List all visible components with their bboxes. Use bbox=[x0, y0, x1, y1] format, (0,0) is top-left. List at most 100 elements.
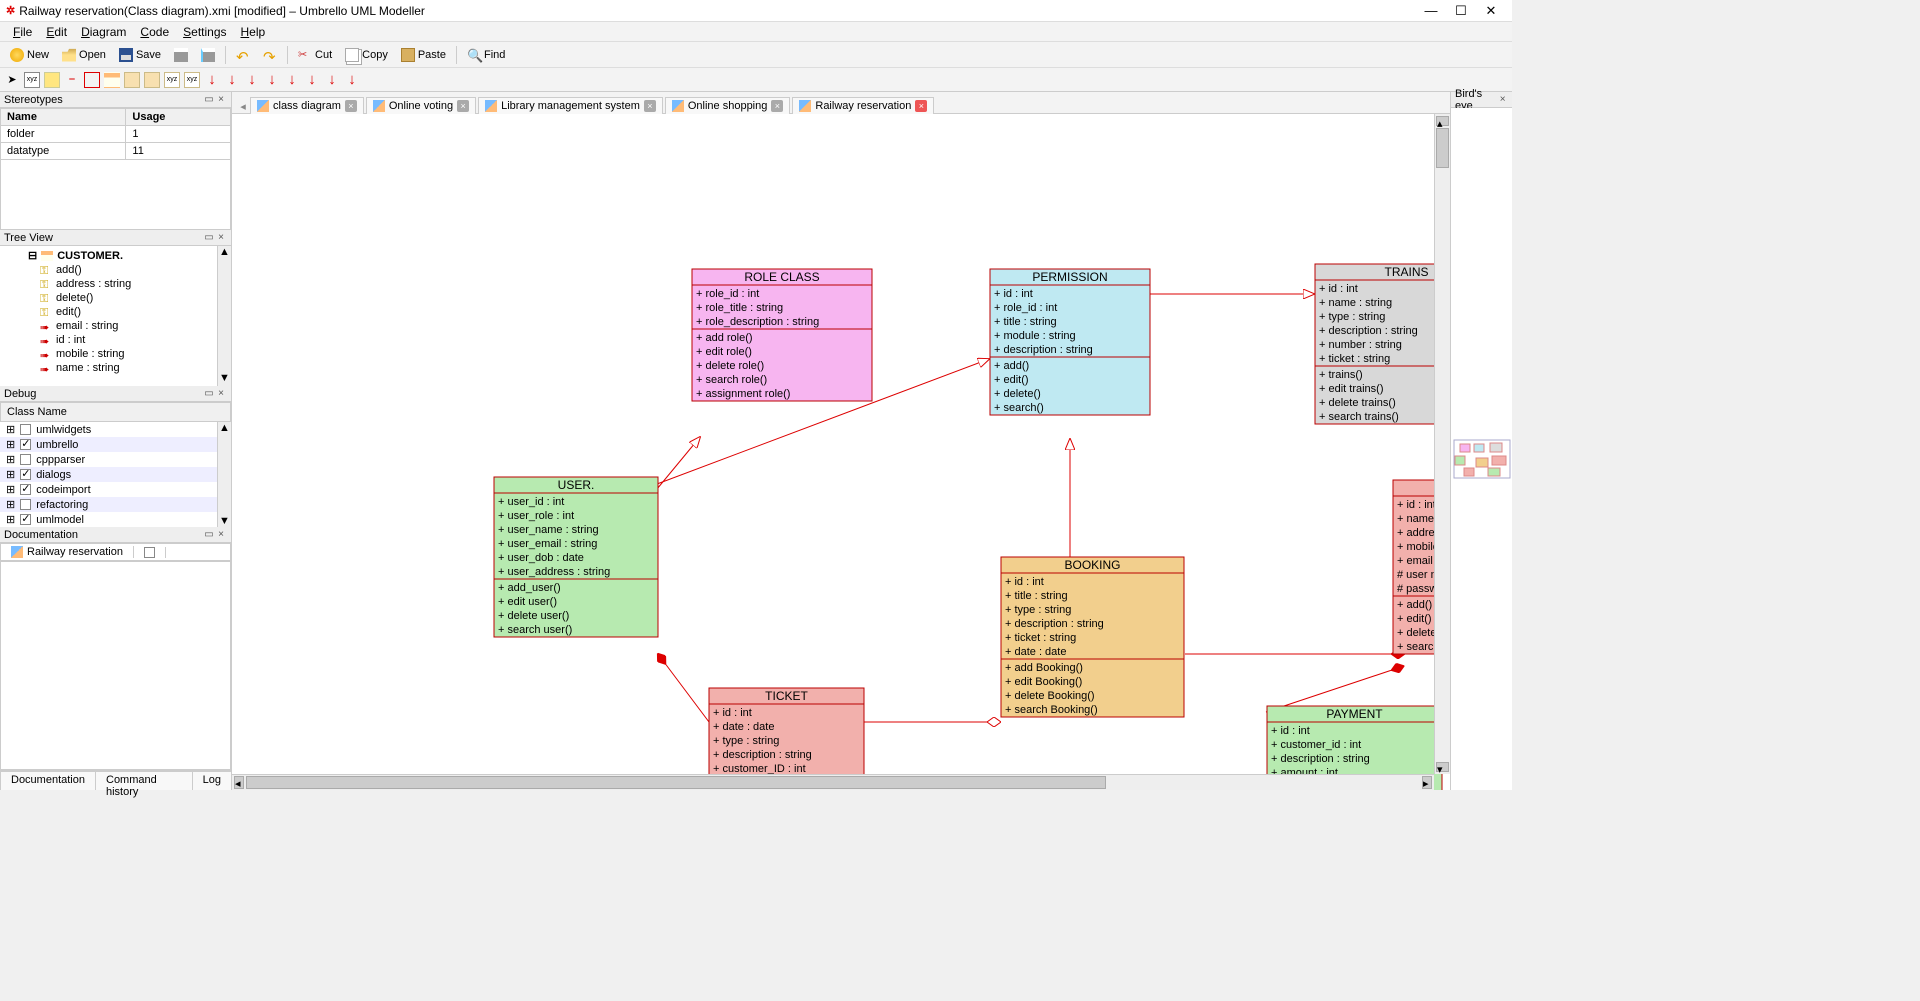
association-tool-icon[interactable]: ↓ bbox=[204, 72, 220, 88]
menu-code[interactable]: Code bbox=[133, 25, 176, 39]
tree-scrollbar[interactable]: ▲▼ bbox=[217, 246, 231, 386]
tree-item[interactable]: ➠name : string bbox=[2, 361, 229, 375]
uml-class-trains[interactable]: TRAINS+ id : int+ name : string+ type : … bbox=[1315, 264, 1450, 424]
debug-checkbox[interactable] bbox=[20, 454, 31, 465]
generalization-tool-icon[interactable]: ↓ bbox=[244, 72, 260, 88]
menu-file[interactable]: File bbox=[6, 25, 39, 39]
close-tab-icon[interactable]: × bbox=[915, 100, 927, 112]
paste-button[interactable]: Paste bbox=[395, 45, 452, 65]
directed-assoc-tool-icon[interactable]: ↓ bbox=[224, 72, 240, 88]
diagram-tab[interactable]: class diagram× bbox=[250, 97, 364, 114]
uml-class-permission[interactable]: PERMISSION+ id : int+ role_id : int+ tit… bbox=[990, 269, 1150, 415]
debug-row[interactable]: ⊞umlmodel bbox=[0, 512, 231, 527]
debug-checkbox[interactable] bbox=[20, 439, 31, 450]
doc-checkbox[interactable] bbox=[144, 547, 155, 558]
tree-item[interactable]: ➠mobile : string bbox=[2, 347, 229, 361]
redo-button[interactable]: ↷ bbox=[257, 45, 283, 65]
undock-icon[interactable]: ▭ bbox=[203, 94, 215, 105]
menu-help[interactable]: Help bbox=[234, 25, 273, 39]
stereotypes-panel-header[interactable]: Stereotypes▭× bbox=[0, 92, 231, 108]
diagram-tab[interactable]: Railway reservation× bbox=[792, 97, 934, 114]
maximize-button[interactable]: ☐ bbox=[1446, 3, 1476, 19]
dependency-tool-icon[interactable]: ↓ bbox=[264, 72, 280, 88]
text-tool-icon[interactable] bbox=[44, 72, 60, 88]
tree-item[interactable]: ⚿delete() bbox=[2, 291, 229, 305]
tree-item[interactable]: ⚿add() bbox=[2, 263, 229, 277]
documentation-text[interactable] bbox=[0, 561, 231, 770]
tree-view[interactable]: ⊟ CUSTOMER. ⚿add()⚿address : string⚿dele… bbox=[0, 246, 231, 386]
canvas-vscroll[interactable]: ▴▾ bbox=[1434, 114, 1450, 774]
uml-class-booking[interactable]: BOOKING+ id : int+ title : string+ type … bbox=[1001, 557, 1184, 717]
tab-scroll-left-icon[interactable]: ◂ bbox=[236, 100, 250, 113]
print-button[interactable] bbox=[168, 45, 194, 65]
open-button[interactable]: Open bbox=[56, 45, 112, 65]
realization-tool-icon[interactable]: ↓ bbox=[344, 72, 360, 88]
debug-row[interactable]: ⊞refactoring bbox=[0, 497, 231, 512]
package-tool-icon[interactable]: xyz bbox=[184, 72, 200, 88]
aggregation-tool-icon[interactable]: ↓ bbox=[284, 72, 300, 88]
table-row[interactable]: datatype11 bbox=[1, 143, 231, 160]
copy-button[interactable]: Copy bbox=[339, 45, 394, 65]
debug-row[interactable]: ⊞umbrello bbox=[0, 437, 231, 452]
svg-text:+ delete Booking(): + delete Booking() bbox=[1005, 690, 1095, 702]
debug-checkbox[interactable] bbox=[20, 424, 31, 435]
uml-class-role-class[interactable]: ROLE CLASS+ role_id : int+ role_title : … bbox=[692, 269, 872, 401]
menu-diagram[interactable]: Diagram bbox=[74, 25, 133, 39]
uml-class-user-[interactable]: USER.+ user_id : int+ user_role : int+ u… bbox=[494, 477, 658, 637]
debug-row[interactable]: ⊞dialogs bbox=[0, 467, 231, 482]
enum-tool-icon[interactable]: xyz bbox=[164, 72, 180, 88]
new-button[interactable]: New bbox=[4, 45, 55, 65]
find-button[interactable]: 🔍Find bbox=[461, 45, 511, 65]
tab-command-history[interactable]: Command history bbox=[95, 771, 193, 790]
debug-panel-header[interactable]: Debug▭× bbox=[0, 386, 231, 402]
tree-item[interactable]: ⚿edit() bbox=[2, 305, 229, 319]
diagram-canvas[interactable]: ROLE CLASS+ role_id : int+ role_title : … bbox=[232, 114, 1450, 790]
close-tab-icon[interactable]: × bbox=[644, 100, 656, 112]
close-tab-icon[interactable]: × bbox=[771, 100, 783, 112]
minimize-button[interactable]: — bbox=[1416, 3, 1446, 18]
debug-row[interactable]: ⊞umlwidgets bbox=[0, 422, 231, 437]
documentation-panel-header[interactable]: Documentation▭× bbox=[0, 527, 231, 543]
debug-checkbox[interactable] bbox=[20, 484, 31, 495]
composition-tool-icon[interactable]: ↓ bbox=[304, 72, 320, 88]
stereotypes-col-usage[interactable]: Usage bbox=[126, 109, 231, 126]
menu-settings[interactable]: Settings bbox=[176, 25, 233, 39]
tab-log[interactable]: Log bbox=[192, 771, 232, 790]
cut-button[interactable]: ✂Cut bbox=[292, 45, 338, 65]
tree-item[interactable]: ⚿address : string bbox=[2, 277, 229, 291]
save-button[interactable]: Save bbox=[113, 45, 167, 65]
stereotypes-col-name[interactable]: Name bbox=[1, 109, 126, 126]
diagram-tab[interactable]: Online voting× bbox=[366, 97, 476, 114]
tree-panel-header[interactable]: Tree View▭× bbox=[0, 230, 231, 246]
box-tool-icon[interactable] bbox=[84, 72, 100, 88]
tree-item[interactable]: ➠id : int bbox=[2, 333, 229, 347]
tree-item[interactable]: ➠email : string bbox=[2, 319, 229, 333]
debug-checkbox[interactable] bbox=[20, 499, 31, 510]
containment-tool-icon[interactable]: ↓ bbox=[324, 72, 340, 88]
close-tab-icon[interactable]: × bbox=[345, 100, 357, 112]
diagram-tab[interactable]: Online shopping× bbox=[665, 97, 791, 114]
close-panel-icon[interactable]: × bbox=[215, 94, 227, 105]
debug-row[interactable]: ⊞cppparser bbox=[0, 452, 231, 467]
birds-eye-view[interactable] bbox=[1451, 108, 1512, 790]
close-tab-icon[interactable]: × bbox=[457, 100, 469, 112]
interface-tool-icon[interactable] bbox=[124, 72, 140, 88]
debug-checkbox[interactable] bbox=[20, 514, 31, 525]
close-button[interactable]: ✕ bbox=[1476, 3, 1506, 19]
undo-button[interactable]: ↶ bbox=[230, 45, 256, 65]
print-preview-button[interactable] bbox=[195, 45, 221, 65]
table-row[interactable]: folder1 bbox=[1, 126, 231, 143]
menu-edit[interactable]: Edit bbox=[39, 25, 74, 39]
note-tool-icon[interactable]: xyz bbox=[24, 72, 40, 88]
anchor-tool-icon[interactable]: ⎯ bbox=[64, 72, 80, 88]
class-tool-icon[interactable] bbox=[104, 72, 120, 88]
debug-scrollbar[interactable]: ▲▼ bbox=[217, 422, 231, 527]
datatype-tool-icon[interactable] bbox=[144, 72, 160, 88]
debug-checkbox[interactable] bbox=[20, 469, 31, 480]
canvas-hscroll[interactable]: ◂▸ bbox=[232, 774, 1434, 790]
pointer-tool-icon[interactable]: ➤ bbox=[4, 72, 20, 88]
debug-row[interactable]: ⊞codeimport bbox=[0, 482, 231, 497]
tab-documentation[interactable]: Documentation bbox=[0, 771, 96, 790]
tree-root[interactable]: ⊟ CUSTOMER. bbox=[2, 248, 229, 263]
diagram-tab[interactable]: Library management system× bbox=[478, 97, 663, 114]
